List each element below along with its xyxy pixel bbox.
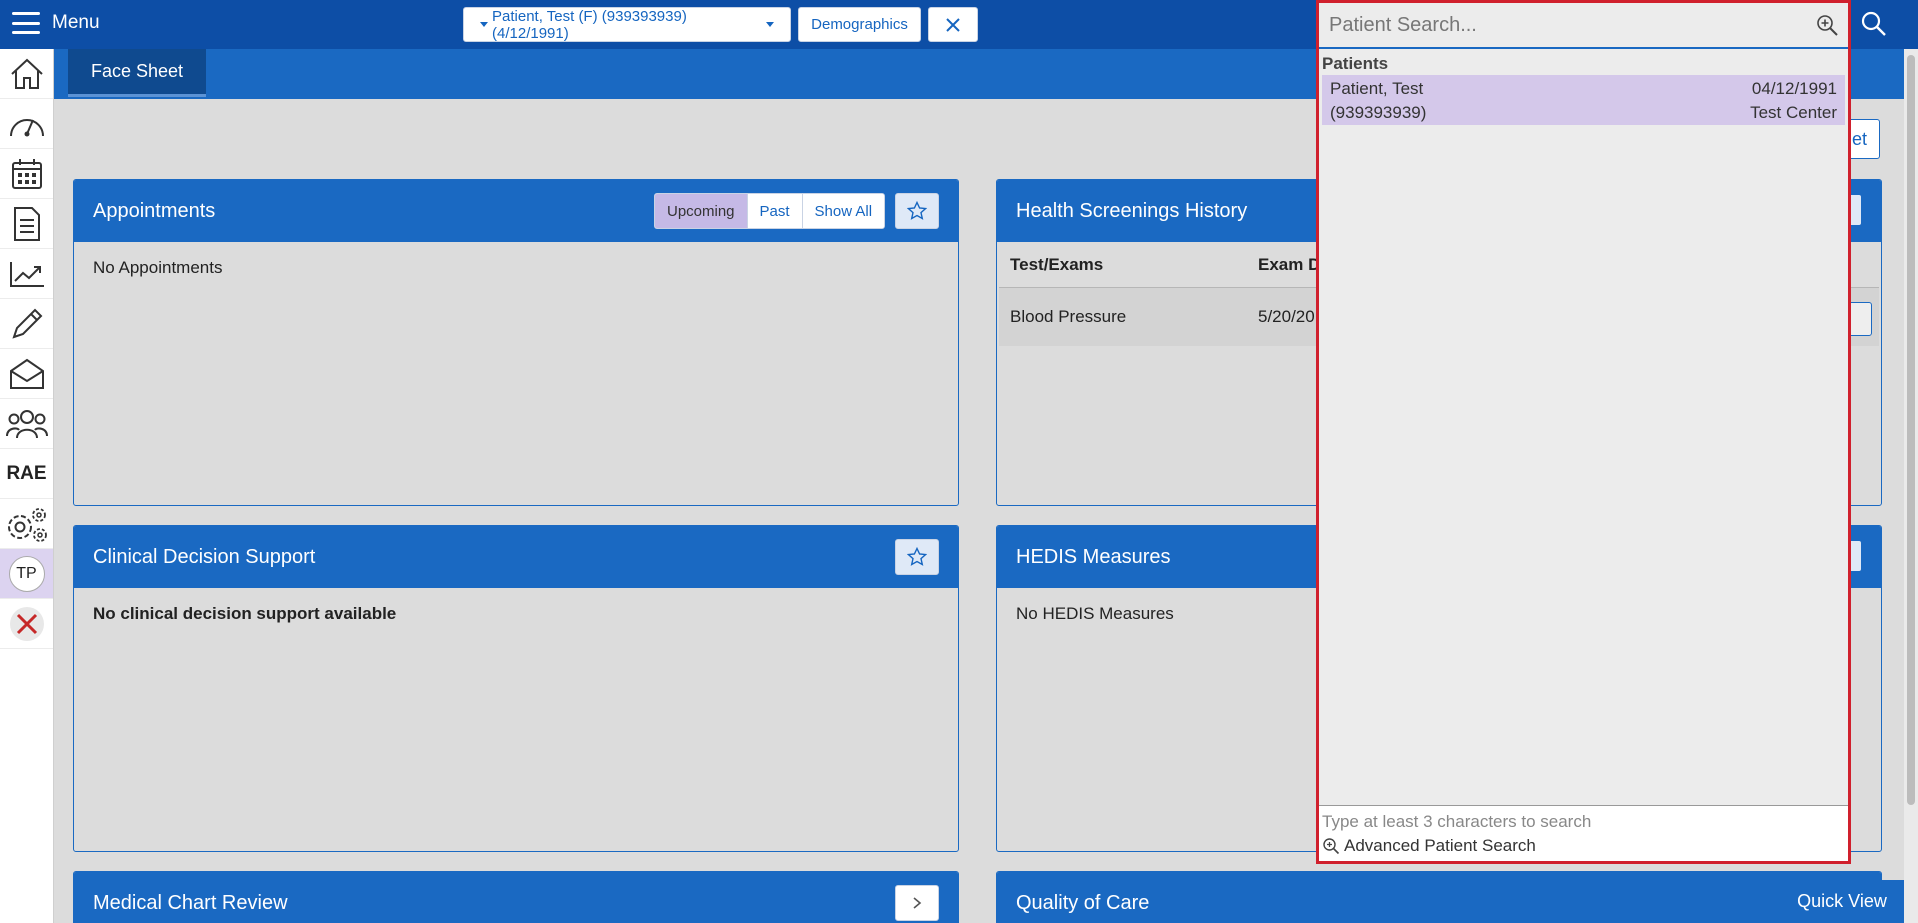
home-icon [10,58,43,89]
appointments-body: No Appointments [74,242,958,294]
star-icon [907,201,927,220]
sidebar-item-reports[interactable] [0,249,53,299]
advanced-search-icon[interactable] [1815,13,1839,37]
sidebar-item-rae[interactable]: RAE [0,449,53,499]
filter-past[interactable]: Past [747,194,803,228]
sidebar-item-home[interactable] [0,49,53,99]
expand-button[interactable] [895,885,939,921]
patient-search-input[interactable] [1329,13,1789,37]
medical-chart-panel: Medical Chart Review [73,871,959,923]
clinical-decision-body: No clinical decision support available [74,588,958,640]
medical-chart-header: Medical Chart Review [74,872,958,923]
panel-title: Health Screenings History [1016,199,1248,222]
patient-search-dropdown: Patients Patient, Test 04/12/1991 (93939… [1316,0,1851,864]
result-location: Test Center [1750,103,1837,122]
table-cell: Blood Pressure [1010,307,1127,326]
menu-button[interactable]: Menu [12,12,100,34]
filter-upcoming[interactable]: Upcoming [655,194,748,228]
rae-label: RAE [6,462,47,484]
menu-label: Menu [52,12,100,33]
panel-title: Quality of Care [1016,891,1150,914]
sidebar-item-edit[interactable] [0,299,53,349]
patient-selector-button[interactable]: Patient, Test (F) (939393939) (4/12/1991… [463,7,791,42]
caret-down-icon [766,22,774,27]
trend-chart-icon [9,261,44,287]
quality-of-care-panel: Quality of Care [996,871,1882,923]
quality-of-care-header: Quality of Care [997,872,1881,923]
sidebar-item-users[interactable] [0,399,53,449]
sidebar-item-calendar[interactable] [0,149,53,199]
panel-title: Medical Chart Review [93,891,288,914]
quick-view-button[interactable]: Quick View [1780,880,1904,923]
table-cell: 5/20/20 [1258,307,1315,326]
search-hint: Type at least 3 characters to search [1322,812,1592,831]
search-footer: Type at least 3 characters to search Adv… [1319,805,1848,861]
clinical-decision-header: Clinical Decision Support [74,526,958,588]
advanced-patient-search-link[interactable]: Advanced Patient Search [1322,836,1845,856]
demographics-button[interactable]: Demographics [798,7,921,42]
page-scrollbar[interactable] [1904,49,1918,923]
dashboard-icon [9,118,44,136]
scrollbar-thumb[interactable] [1907,55,1915,805]
empty-message: No Appointments [93,258,223,277]
favorite-button[interactable] [895,539,939,575]
close-icon [946,17,960,32]
result-name: Patient, Test [1330,79,1424,98]
patient-selector-label: Patient, Test (F) (939393939) (4/12/1991… [492,7,687,42]
sidebar-item-inbox[interactable] [0,349,53,399]
close-patient-button[interactable] [928,7,978,42]
chevron-right-icon [913,897,922,909]
search-row [1319,3,1848,49]
column-header: Test/Exams [1010,254,1104,274]
pencil-icon [11,308,42,339]
zoom-in-icon [1323,838,1340,855]
calendar-icon [11,158,42,189]
users-icon [5,409,48,438]
appointments-panel: Appointments Upcoming Past Show All No A… [73,179,959,506]
sidebar: RAE TP [0,49,54,923]
appointments-filter: Upcoming Past Show All [654,193,886,229]
patient-result-item[interactable]: Patient, Test 04/12/1991 (939393939) Tes… [1322,75,1845,125]
clinical-decision-panel: Clinical Decision Support No clinical de… [73,525,959,852]
appointments-header: Appointments Upcoming Past Show All [74,180,958,242]
caret-down-icon [480,22,488,27]
inbox-icon [9,358,44,389]
star-icon [907,547,927,566]
empty-message: No HEDIS Measures [1016,604,1174,623]
filter-show-all[interactable]: Show All [802,194,885,228]
settings-icon [7,507,47,542]
close-icon [9,606,44,641]
search-icon[interactable] [1860,10,1888,38]
panel-title: Appointments [93,199,216,222]
sidebar-item-documents[interactable] [0,199,53,249]
column-header: Exam D [1258,254,1321,274]
favorite-button[interactable] [895,193,939,229]
result-dob: 04/12/1991 [1751,79,1837,98]
sidebar-item-dashboard[interactable] [0,99,53,149]
tab-face-sheet[interactable]: Face Sheet [68,49,206,97]
results-section-label: Patients [1322,54,1389,73]
empty-message: No clinical decision support available [93,604,397,623]
panel-title: Clinical Decision Support [93,545,316,568]
panel-title: HEDIS Measures [1016,545,1171,568]
result-id: (939393939) [1330,103,1427,122]
sidebar-item-user-avatar[interactable]: TP [0,549,53,599]
hamburger-icon [12,12,40,34]
advanced-search-label: Advanced Patient Search [1344,836,1536,855]
document-icon [13,206,40,241]
sidebar-item-settings[interactable] [0,499,53,549]
sidebar-item-close[interactable] [0,599,53,649]
avatar: TP [8,555,45,592]
